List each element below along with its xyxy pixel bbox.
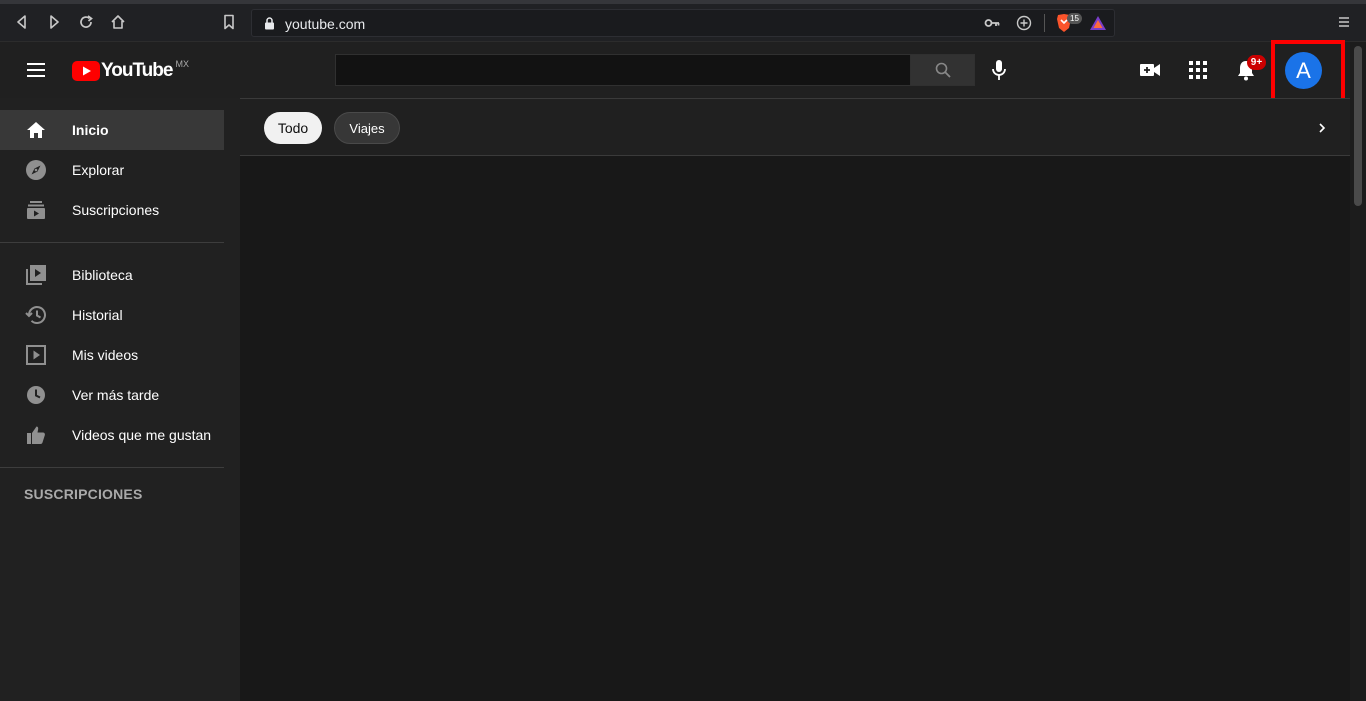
sidebar-item-inicio[interactable]: Inicio <box>0 110 224 150</box>
sidebar-item-label: Suscripciones <box>72 202 160 218</box>
sidebar-divider <box>0 242 224 243</box>
forward-icon[interactable] <box>45 13 63 31</box>
home-icon <box>24 118 48 142</box>
reload-icon[interactable] <box>77 13 95 31</box>
logo-text: YouTube <box>101 60 173 81</box>
bookmark-icon[interactable] <box>220 13 238 31</box>
clock-icon <box>24 383 48 407</box>
sidebar-item-biblioteca[interactable]: Biblioteca <box>0 255 224 295</box>
subscriptions-icon <box>24 198 48 222</box>
youtube-play-icon <box>72 61 100 81</box>
add-icon[interactable] <box>1016 15 1032 36</box>
chevron-right-icon[interactable] <box>1310 116 1334 140</box>
youtube-header: YouTube MX 9+ A <box>0 40 1350 102</box>
sidebar-item-historial[interactable]: Historial <box>0 295 224 335</box>
sidebar-item-mis-videos[interactable]: Mis videos <box>0 335 224 375</box>
address-bar[interactable]: youtube.com 15 <box>251 9 1115 37</box>
search-box[interactable] <box>335 54 911 86</box>
chip-viajes[interactable]: Viajes <box>334 112 400 144</box>
scrollbar-thumb[interactable] <box>1354 46 1362 206</box>
notifications-badge: 9+ <box>1247 55 1266 70</box>
home-browser-icon[interactable] <box>109 13 127 31</box>
create-video-icon[interactable] <box>1138 58 1162 82</box>
sidebar: Inicio Explorar Suscripciones Biblioteca… <box>0 98 240 701</box>
sidebar-item-videos-que-me-gustan[interactable]: Videos que me gustan <box>0 415 224 455</box>
microphone-icon[interactable] <box>987 58 1011 82</box>
shield-count-badge: 15 <box>1067 13 1082 24</box>
sidebar-item-label: Historial <box>72 307 123 323</box>
sidebar-item-explorar[interactable]: Explorar <box>0 150 224 190</box>
tab-strip <box>0 0 1366 4</box>
sidebar-item-ver-mas-tarde[interactable]: Ver más tarde <box>0 375 224 415</box>
hamburger-menu-icon[interactable] <box>24 58 48 82</box>
back-icon[interactable] <box>13 13 31 31</box>
menu-icon[interactable] <box>1335 13 1353 31</box>
avatar[interactable]: A <box>1285 52 1322 89</box>
apps-grid-icon[interactable] <box>1186 58 1210 82</box>
sidebar-item-label: Mis videos <box>72 347 139 363</box>
sidebar-section-title: SUSCRIPCIONES <box>24 486 143 502</box>
search-button[interactable] <box>910 54 975 86</box>
region-label: MX <box>175 59 189 69</box>
thumbs-up-icon <box>24 423 48 447</box>
sidebar-item-label: Explorar <box>72 162 125 178</box>
url-text: youtube.com <box>285 16 366 32</box>
rewards-triangle-icon[interactable] <box>1089 15 1107 36</box>
history-icon <box>24 303 48 327</box>
youtube-logo[interactable]: YouTube MX <box>72 59 189 82</box>
address-divider <box>1044 14 1045 32</box>
sidebar-item-label: Biblioteca <box>72 267 133 283</box>
play-square-icon <box>24 343 48 367</box>
key-icon[interactable] <box>984 16 1000 35</box>
page-scrollbar[interactable] <box>1350 42 1366 701</box>
search-icon <box>935 62 951 78</box>
browser-toolbar: youtube.com 15 <box>0 0 1366 42</box>
main-content <box>240 156 1350 701</box>
sidebar-divider <box>0 467 224 468</box>
sidebar-item-suscripciones[interactable]: Suscripciones <box>0 190 224 230</box>
lock-icon <box>264 17 275 35</box>
filter-chips-bar: Todo Viajes <box>240 98 1350 156</box>
sidebar-item-label: Videos que me gustan <box>72 427 212 443</box>
chip-todo[interactable]: Todo <box>264 112 322 144</box>
sidebar-item-label: Ver más tarde <box>72 387 160 403</box>
search-input[interactable] <box>336 55 910 85</box>
sidebar-item-label: Inicio <box>72 122 109 138</box>
library-icon <box>24 263 48 287</box>
compass-icon <box>24 158 48 182</box>
